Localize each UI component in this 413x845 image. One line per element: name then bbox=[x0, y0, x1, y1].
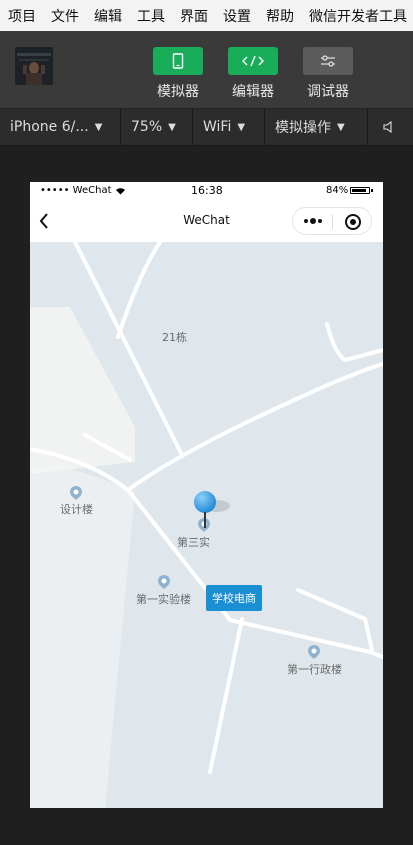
map-label-lab1: 第一实验楼 bbox=[136, 593, 191, 606]
battery-icon bbox=[350, 187, 370, 194]
simulator-button[interactable]: 模拟器 bbox=[152, 47, 204, 101]
zoom-select[interactable]: 75% ▼ bbox=[121, 109, 193, 145]
battery-level bbox=[352, 189, 366, 192]
debugger-box bbox=[303, 47, 353, 75]
avatar[interactable] bbox=[15, 47, 53, 85]
zoom-select-value: 75% bbox=[131, 119, 163, 135]
close-target-icon[interactable] bbox=[344, 213, 362, 231]
menu-item-settings[interactable]: 设置 bbox=[223, 6, 251, 26]
editor-label: 编辑器 bbox=[232, 84, 274, 100]
battery-tip bbox=[371, 189, 373, 192]
avatar-image bbox=[15, 47, 53, 85]
menu-item-project[interactable]: 项目 bbox=[8, 6, 36, 26]
capsule-divider bbox=[332, 214, 333, 229]
capsule-menu bbox=[292, 207, 372, 235]
marker-callout[interactable]: 学校电商 bbox=[206, 585, 262, 611]
menu-item-app-title[interactable]: 微信开发者工具 bbox=[309, 6, 407, 26]
menu-item-view[interactable]: 界面 bbox=[180, 6, 208, 26]
network-select-value: WiFi bbox=[203, 119, 232, 135]
map-label-building21: 21栋 bbox=[162, 331, 187, 344]
network-select[interactable]: WiFi ▼ bbox=[193, 109, 265, 145]
carrier-text: ••••• WeChat bbox=[40, 185, 112, 196]
more-icon[interactable] bbox=[302, 216, 324, 226]
toolbar: 模拟器 编辑器 调试器 bbox=[0, 31, 413, 108]
device-select-value: iPhone 6/... bbox=[10, 119, 89, 135]
map-label-admin1: 第一行政楼 bbox=[287, 663, 342, 676]
map-label-design: 设计楼 bbox=[60, 503, 93, 516]
menu-item-help[interactable]: 帮助 bbox=[266, 6, 294, 26]
map-view[interactable]: 21栋 设计楼 第三实 第一实验楼 第一行政楼 学校电商 bbox=[30, 242, 383, 808]
debug-icon bbox=[321, 55, 335, 67]
chevron-down-icon: ▼ bbox=[337, 121, 345, 133]
chevron-down-icon: ▼ bbox=[168, 121, 176, 133]
status-time: 16:38 bbox=[191, 184, 223, 197]
poi-pin-icon bbox=[158, 575, 170, 589]
menu-item-file[interactable]: 文件 bbox=[51, 6, 79, 26]
phone-icon bbox=[172, 53, 184, 69]
nav-bar: WeChat bbox=[30, 200, 383, 242]
operation-select[interactable]: 模拟操作 ▼ bbox=[265, 109, 368, 145]
speaker-icon bbox=[383, 121, 392, 133]
wifi-icon bbox=[116, 188, 125, 195]
simulator-screen: ••••• WeChat 16:38 84% WeChat 21栋 设计楼 第三… bbox=[30, 182, 383, 808]
simulator-box bbox=[153, 47, 203, 75]
menu-item-tools[interactable]: 工具 bbox=[137, 6, 165, 26]
debugger-label: 调试器 bbox=[307, 84, 349, 100]
volume-button[interactable] bbox=[368, 109, 408, 145]
editor-button[interactable]: 编辑器 bbox=[227, 47, 279, 101]
simulator-label: 模拟器 bbox=[157, 84, 199, 100]
menu-item-edit[interactable]: 编辑 bbox=[94, 6, 122, 26]
poi-pin-icon bbox=[70, 486, 82, 500]
device-bar: iPhone 6/... ▼ 75% ▼ WiFi ▼ 模拟操作 ▼ bbox=[0, 108, 413, 146]
location-marker-icon[interactable] bbox=[191, 488, 235, 538]
device-select[interactable]: iPhone 6/... ▼ bbox=[0, 109, 121, 145]
code-icon bbox=[242, 55, 264, 67]
poi-pin-icon bbox=[308, 645, 320, 659]
editor-box bbox=[228, 47, 278, 75]
chevron-down-icon: ▼ bbox=[237, 121, 246, 133]
battery-percent: 84% bbox=[326, 185, 349, 196]
debugger-button[interactable]: 调试器 bbox=[302, 47, 354, 101]
menu-bar: 项目 文件 编辑 工具 界面 设置 帮助 微信开发者工具 bbox=[0, 0, 413, 31]
chevron-down-icon: ▼ bbox=[94, 121, 103, 133]
operation-select-value: 模拟操作 bbox=[275, 120, 331, 136]
status-bar: ••••• WeChat 16:38 84% bbox=[30, 182, 383, 200]
